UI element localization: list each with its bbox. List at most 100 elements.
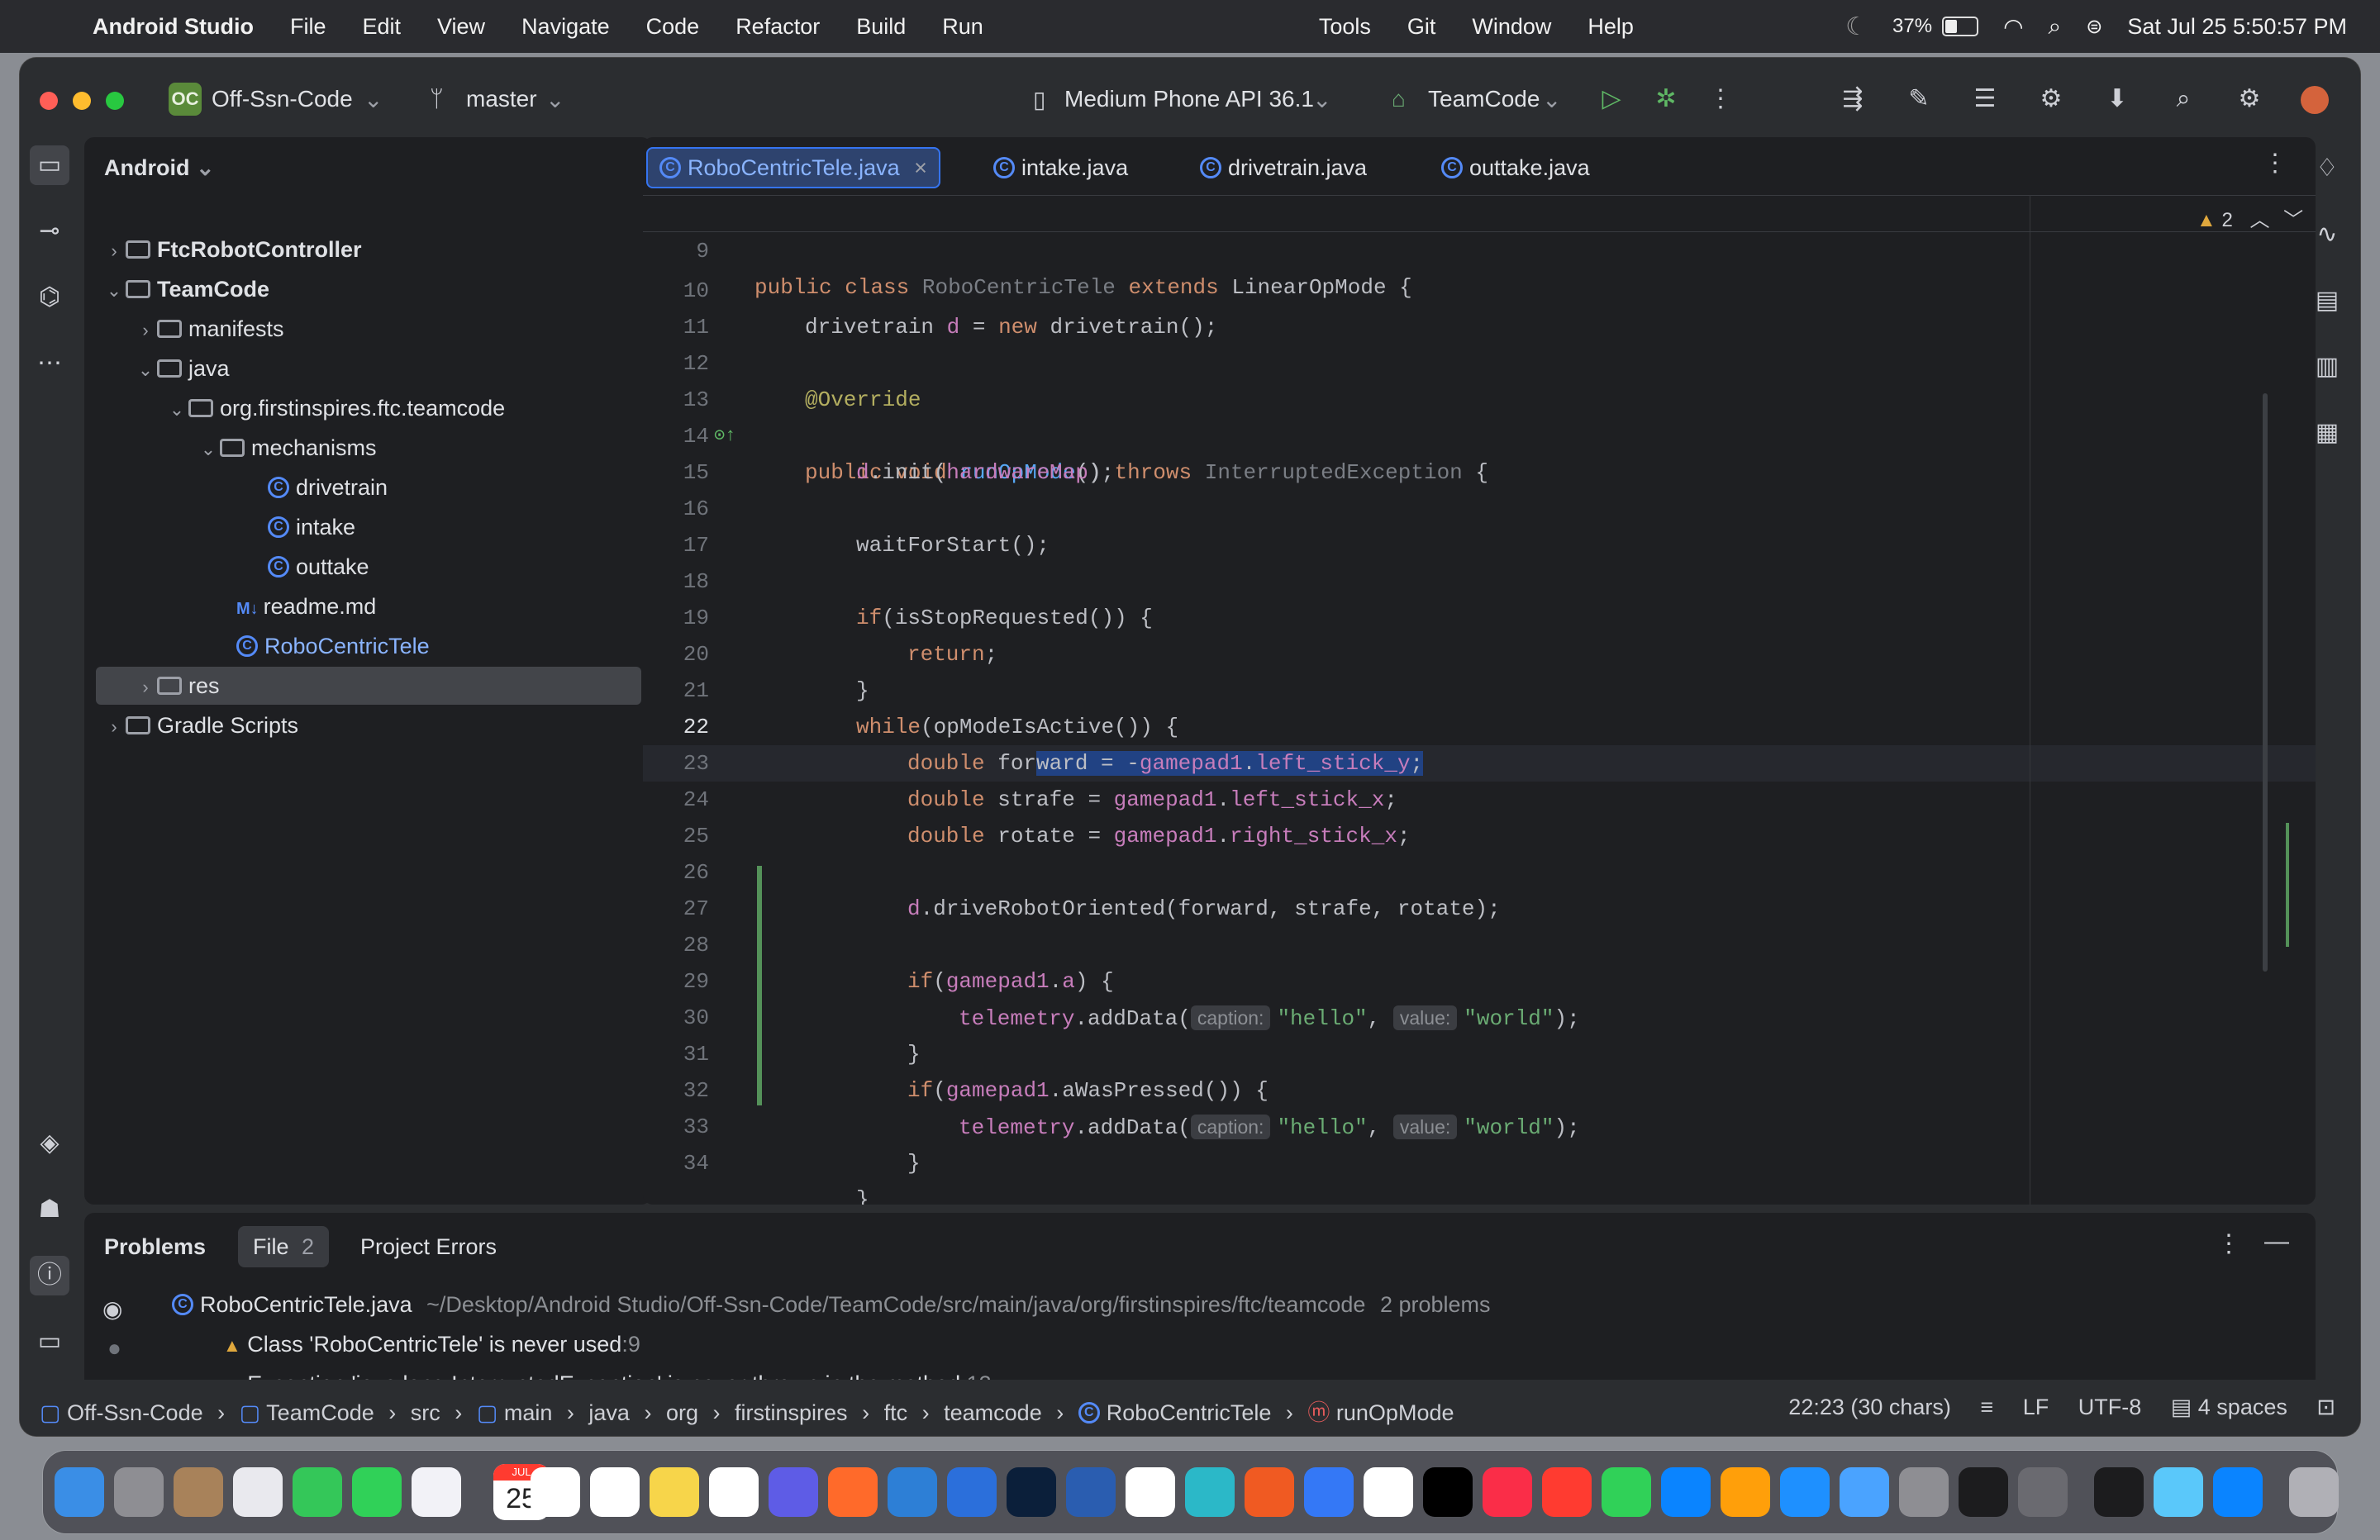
code-line-24[interactable]: 24 double rotate = gamepad1.right_stick_… [643,745,2316,848]
dock-app-icon[interactable] [650,1467,699,1517]
dock-app-icon[interactable] [1126,1467,1175,1517]
code-line-15[interactable]: 15 [643,418,2316,485]
code-line-27[interactable]: 27 [643,854,2316,921]
terminal-tool-icon[interactable]: ▭ [30,1322,69,1362]
close-window-button[interactable] [40,92,58,110]
clock[interactable]: Sat Jul 25 5:50:57 PM [2127,14,2347,40]
tree-item-robocentrictele[interactable]: C RoboCentricTele [236,626,430,666]
code-line-22[interactable]: 22 double forward = -gamepad1.left_stick… [643,673,2316,776]
settings-gear-icon[interactable]: ⚙ [2231,81,2268,117]
sdk-manager-icon[interactable]: ⬇ [2099,81,2135,117]
dock-app-icon[interactable] [174,1467,223,1517]
commit-tool-icon[interactable]: ⊸ [30,212,69,251]
project-badge[interactable]: OC [169,83,202,116]
dock-app-icon[interactable] [1959,1467,2008,1517]
problems-tab-project-errors[interactable]: Project Errors [360,1234,497,1260]
dock-app-icon[interactable] [352,1467,402,1517]
code-line-13[interactable]: 13 ⊙↑ public void runOpMode() throws Int… [643,345,2316,485]
tree-item-intake[interactable]: Cintake [268,507,355,547]
breadcrumb-item[interactable]: firstinspires [735,1400,848,1425]
device-manager-icon[interactable]: ⚙ [2033,81,2069,117]
dock-app-icon[interactable] [590,1467,640,1517]
chevron-down-icon[interactable]: ⌄ [102,271,126,311]
line-separator[interactable]: LF [2023,1395,2049,1419]
dock-app-icon[interactable] [1721,1467,1770,1517]
dock-app-icon[interactable] [1661,1467,1711,1517]
breadcrumb-item[interactable]: java [588,1400,630,1425]
menu-refactor[interactable]: Refactor [735,14,820,40]
problem-file-row[interactable]: C RoboCentricTele.java ~/Desktop/Android … [172,1292,1491,1318]
menu-build[interactable]: Build [856,14,906,40]
code-line-34[interactable]: 34 } [643,1109,2316,1205]
ai-assistant-icon[interactable]: ✎ [1901,81,1937,117]
search-icon[interactable]: ⌕ [2165,81,2202,117]
chevron-down-icon[interactable]: ⌄ [197,430,220,469]
lock-icon[interactable]: ⊡ [2316,1395,2335,1419]
tree-item-package[interactable]: ⌄ org.firstinspires.ftc.teamcode [165,388,505,428]
dock-app-icon[interactable] [293,1467,342,1517]
tab-outtake[interactable]: Couttake.java [1428,147,1603,188]
battery-icon[interactable] [1942,17,1979,36]
control-center-icon[interactable]: ⊜ [2086,15,2102,39]
breadcrumb-item[interactable]: RoboCentricTele [1107,1400,1272,1425]
tab-drivetrain[interactable]: Cdrivetrain.java [1187,147,1380,188]
problems-tab-file[interactable]: File 2 [238,1226,330,1267]
menu-file[interactable]: File [290,14,326,40]
dock-app-icon[interactable] [2094,1467,2144,1517]
code-line-28[interactable]: 28 if(gamepad1.a) { [643,891,2316,994]
code-line-26[interactable]: 26 d.driveRobotOriented(forward, strafe,… [643,818,2316,921]
build-variants-icon[interactable]: ☗ [30,1190,69,1229]
dock-app-icon[interactable] [888,1467,937,1517]
hide-panel-icon[interactable]: — [2264,1228,2289,1256]
more-tools-icon[interactable]: ⋯ [30,344,69,383]
project-tool-folder-icon[interactable]: ▭ [30,145,69,185]
dock-app-icon[interactable] [531,1467,580,1517]
menu-help[interactable]: Help [1587,14,1634,40]
panel-options-icon[interactable]: ⋮ [2216,1229,2241,1258]
tree-item-manifests[interactable]: › manifests [134,309,283,350]
code-line-14[interactable]: 14 d.init(hardwareMap); [643,382,2316,485]
code-line-23[interactable]: 23 double strafe = gamepad1.left_stick_x… [643,709,2316,812]
tree-item-teamcode[interactable]: ⌄ TeamCode [102,269,269,309]
close-tab-icon[interactable]: × [914,155,927,180]
chevron-right-icon[interactable]: › [102,707,126,747]
dock-app-icon[interactable] [412,1467,461,1517]
dock-app-icon[interactable] [233,1467,283,1517]
code-line-19[interactable]: 19 return; [643,563,2316,667]
code-line-25[interactable]: 25 [643,782,2316,848]
dock-app-icon[interactable] [1185,1467,1235,1517]
dock-app-icon[interactable] [1423,1467,1473,1517]
chevron-right-icon[interactable]: › [134,668,157,707]
run-config-chevron-icon[interactable]: ⌄ [1542,86,1561,113]
quick-fix-bulb-icon[interactable]: ● [107,1335,121,1362]
tabs-more-icon[interactable]: ⋮ [2263,149,2287,178]
show-preview-eye-icon[interactable]: ◉ [102,1295,122,1323]
dock-app-icon[interactable] [114,1467,164,1517]
tab-robocentrictele[interactable]: C RoboCentricTele.java × [646,147,940,188]
dock-app-icon[interactable] [1304,1467,1354,1517]
breadcrumb-item[interactable]: org [666,1400,698,1425]
dock-app-icon[interactable] [1364,1467,1413,1517]
tree-item-res[interactable]: › res [134,666,219,707]
tree-item-mechanisms[interactable]: ⌄ mechanisms [197,428,377,468]
chevron-right-icon[interactable]: › [134,311,157,350]
dock-app-icon[interactable] [1602,1467,1651,1517]
menu-view[interactable]: View [437,14,485,40]
more-actions-icon[interactable]: ⋮ [1702,81,1739,117]
run-icon[interactable]: ▷ [1593,81,1630,117]
branch-chevron-icon[interactable]: ⌄ [545,86,564,113]
project-selector[interactable]: Off-Ssn-Code [212,86,353,112]
indent-setting[interactable]: 4 spaces [2198,1395,2287,1419]
menu-tools[interactable]: Tools [1319,14,1371,40]
dock-app-icon[interactable] [709,1467,759,1517]
soft-wrap-icon[interactable]: ≡ [1980,1395,1993,1419]
breadcrumb-item[interactable]: teamcode [944,1400,1042,1425]
dock-app-icon[interactable] [2289,1467,2339,1517]
breadcrumb-item[interactable]: TeamCode [266,1400,374,1425]
code-line-10[interactable]: 10 drivetrain d = new drivetrain(); [643,236,2316,340]
code-line-18[interactable]: 18 if(isStopRequested()) { [643,527,2316,630]
device-chevron-icon[interactable]: ⌄ [1312,86,1331,113]
tree-item-java[interactable]: ⌄ java [134,349,230,388]
code-line-30[interactable]: 30 } [643,963,2316,1067]
breadcrumb-item[interactable]: src [411,1400,440,1425]
